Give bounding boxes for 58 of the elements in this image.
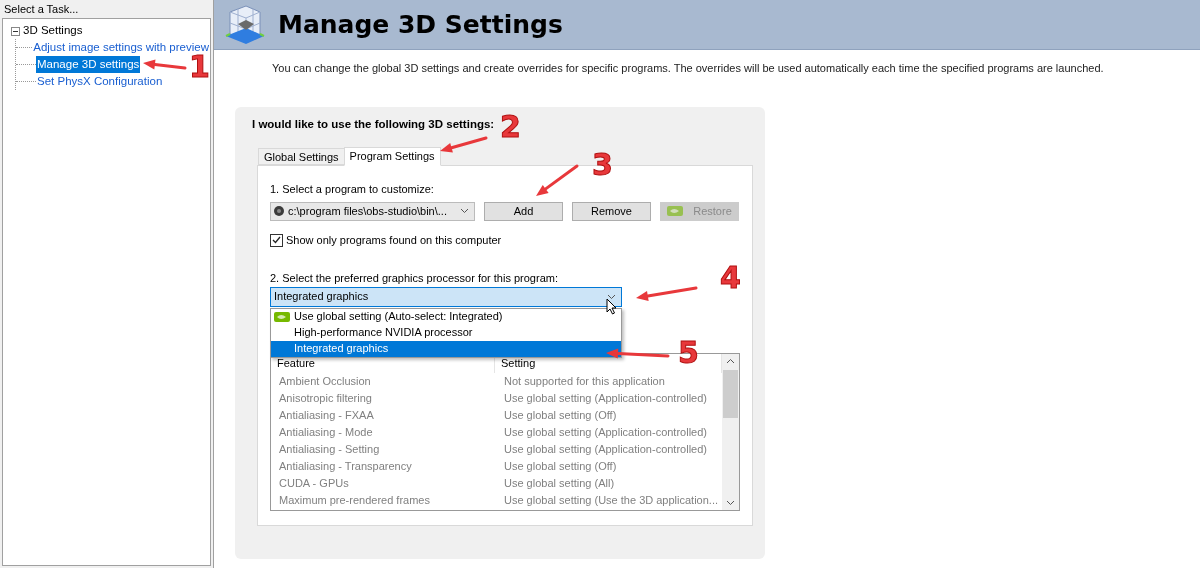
scroll-down-icon	[726, 499, 735, 506]
cube-grid-icon	[224, 3, 266, 46]
annotation-arrow	[143, 59, 187, 70]
checkmark-icon	[272, 236, 281, 244]
table-cell-text: Anisotropic filtering	[278, 390, 373, 406]
tab[interactable]: Program Settings	[343, 146, 441, 166]
tree-item[interactable]: 3D Settings	[23, 22, 83, 40]
program-select[interactable]: c:\program files\obs-studio\bin\...	[270, 201, 475, 221]
annotation-arrow	[536, 164, 579, 196]
sidebar-header: Select a Task...	[3, 2, 80, 17]
annotation-number: 3	[592, 150, 613, 180]
action-button[interactable]: Add	[484, 201, 563, 221]
dropdown-option[interactable]: Integrated graphics	[271, 340, 621, 357]
table-cell-text: Use global setting (Application-controlled)	[503, 390, 708, 406]
table-cell-text: Antialiasing - FXAA	[278, 407, 375, 423]
program-path: c:\program files\obs-studio\bin\...	[288, 203, 448, 219]
scrollbar[interactable]	[722, 353, 739, 510]
table-cell-text: Antialiasing - Setting	[278, 441, 381, 457]
table-cell-text: Use global setting (Application-controlled)	[503, 441, 708, 457]
gpu-select[interactable]: Integrated graphics	[270, 286, 622, 307]
dropdown-option[interactable]: High-performance NVIDIA processor	[271, 324, 621, 341]
action-button[interactable]: Remove	[572, 201, 651, 221]
annotation-number: 2	[500, 112, 521, 142]
annotation-number: 1	[189, 52, 210, 82]
dropdown-option[interactable]: Use global setting (Auto-select: Integrated)	[271, 308, 621, 325]
table-cell-text: Use global setting (All)	[503, 475, 616, 491]
scroll-thumb[interactable]	[723, 369, 738, 418]
tab[interactable]: Global Settings	[258, 147, 344, 165]
collapse-icon[interactable]	[11, 26, 20, 36]
checkbox[interactable]	[270, 233, 283, 247]
tree-item[interactable]: Manage 3D settings	[36, 55, 141, 74]
table-cell-text: Maximum pre-rendered frames	[278, 492, 431, 508]
annotation-arrow	[606, 348, 670, 359]
annotation-arrow	[636, 286, 698, 301]
nvidia-icon	[667, 206, 684, 216]
table-cell-text: Antialiasing - Transparency	[278, 458, 413, 474]
scroll-up-icon[interactable]	[726, 357, 735, 364]
program-label: 1. Select a program to customize:	[270, 182, 434, 195]
table-cell-text: Ambient Occlusion	[278, 373, 372, 389]
table-cell-text: CUDA - GPUs	[278, 475, 350, 491]
table-cell-text: Use global setting (Application-controlled)	[503, 424, 708, 440]
gpu-label: 2. Select the preferred graphics processor for this program:	[270, 271, 558, 284]
table-cell-text: Not supported for this application	[503, 373, 666, 389]
group-title: I would like to use the following 3D settings:	[252, 117, 495, 130]
selected-value: Integrated graphics	[274, 289, 370, 305]
table-cell-text: Use global setting (Use the 3D application...	[503, 492, 719, 508]
checkbox-label: Show only programs found on this computer	[286, 232, 502, 248]
page-title: Manage 3D Settings	[278, 8, 563, 41]
table-cell-text: Antialiasing - Mode	[278, 424, 374, 440]
annotation-arrow	[440, 136, 488, 153]
column-header: Feature	[271, 353, 495, 373]
tree-item[interactable]: Set PhysX Configuration	[36, 72, 164, 91]
table-cell-text: Use global setting (Off)	[503, 458, 618, 474]
annotation-number: 4	[720, 263, 741, 293]
table-cell-text: Use global setting (Off)	[503, 407, 618, 423]
nvidia-icon	[274, 311, 290, 322]
app-icon	[274, 206, 284, 216]
page-description: You can change the global 3D settings and create overrides for specific programs. The overrides will be used automatically each time the specified programs are launched.	[272, 61, 1105, 76]
